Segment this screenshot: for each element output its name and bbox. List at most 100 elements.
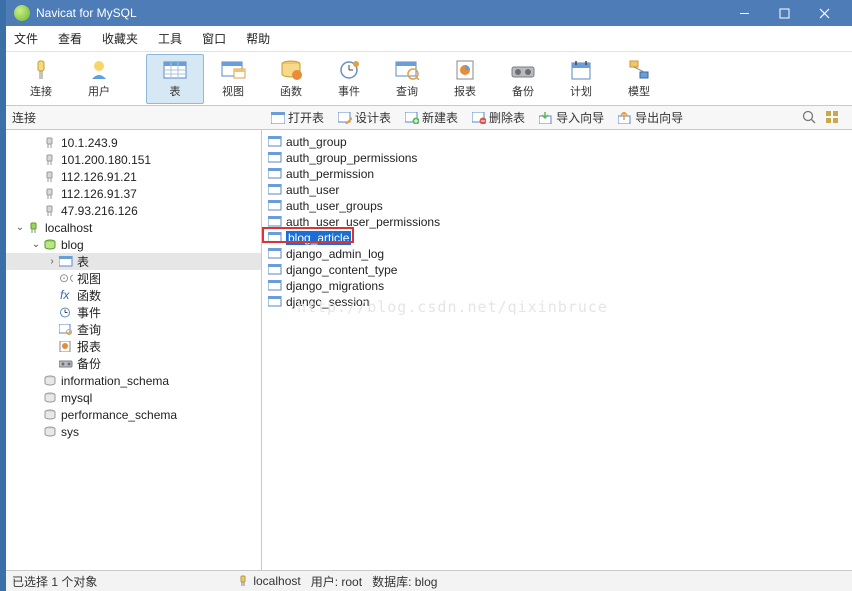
table-small-icon <box>268 216 282 228</box>
table-small-icon <box>268 280 282 292</box>
table-small-icon <box>268 152 282 164</box>
toolbar-query[interactable]: 查询 <box>378 54 436 104</box>
plug-small-icon <box>237 575 249 587</box>
menu-tools[interactable]: 工具 <box>158 30 182 47</box>
table-row[interactable]: auth_user <box>266 182 852 198</box>
tree-events[interactable]: 事件 <box>6 304 261 321</box>
window-title: Navicat for MySQL <box>36 6 724 20</box>
database-item[interactable]: performance_schema <box>6 406 261 423</box>
grid-view-icon[interactable] <box>825 110 840 125</box>
connection-item[interactable]: 47.93.216.126 <box>6 202 261 219</box>
table-small-icon <box>271 111 285 125</box>
svg-text:⊙⊙: ⊙⊙ <box>59 273 73 284</box>
menu-favorites[interactable]: 收藏夹 <box>102 30 138 47</box>
table-row[interactable]: django_admin_log <box>266 246 852 262</box>
query-icon <box>394 59 420 81</box>
table-small-icon <box>268 200 282 212</box>
toolbar-plan[interactable]: 计划 <box>552 54 610 104</box>
search-icon[interactable] <box>802 110 817 125</box>
status-user: 用户: root <box>311 573 362 590</box>
table-row[interactable]: auth_group_permissions <box>266 150 852 166</box>
toolbar-function[interactable]: 函数 <box>262 54 320 104</box>
connection-item[interactable]: 112.126.91.37 <box>6 185 261 202</box>
import-icon <box>539 111 553 125</box>
connection-tree[interactable]: 10.1.243.9101.200.180.151112.126.91.2111… <box>6 130 262 570</box>
open-table-button[interactable]: 打开表 <box>266 107 329 128</box>
delete-icon <box>472 111 486 125</box>
svg-text:fx: fx <box>60 290 70 301</box>
close-button[interactable] <box>804 0 844 26</box>
view-icon <box>220 59 246 81</box>
new-icon <box>405 111 419 125</box>
function-icon <box>278 59 304 81</box>
connection-localhost[interactable]: ⌄localhost <box>6 219 261 236</box>
menu-file[interactable]: 文件 <box>14 30 38 47</box>
user-icon <box>86 59 112 81</box>
report-icon <box>452 59 478 81</box>
export-icon <box>618 111 632 125</box>
export-wizard-button[interactable]: 导出向导 <box>613 107 688 128</box>
tree-functions[interactable]: fx函数 <box>6 287 261 304</box>
menu-view[interactable]: 查看 <box>58 30 82 47</box>
table-icon <box>162 59 188 81</box>
table-row[interactable]: django_content_type <box>266 262 852 278</box>
toolbar-backup[interactable]: 备份 <box>494 54 552 104</box>
table-row[interactable]: auth_user_user_permissions <box>266 214 852 230</box>
toolbar-table[interactable]: 表 <box>146 54 204 104</box>
table-small-icon <box>268 168 282 180</box>
table-row[interactable]: auth_user_groups <box>266 198 852 214</box>
status-selection: 已选择 1 个对象 <box>12 573 97 590</box>
toolbar-connect[interactable]: 连接 <box>12 54 70 104</box>
table-row[interactable]: auth_group <box>266 134 852 150</box>
tree-tables[interactable]: ›表 <box>6 253 261 270</box>
design-icon <box>338 111 352 125</box>
tree-queries[interactable]: 查询 <box>6 321 261 338</box>
backup-icon <box>510 59 536 81</box>
table-row[interactable]: blog_article <box>266 230 852 246</box>
toolbar-user[interactable]: 用户 <box>70 54 128 104</box>
toolbar-event[interactable]: 事件 <box>320 54 378 104</box>
tree-views[interactable]: ⊙⊙视图 <box>6 270 261 287</box>
minimize-button[interactable] <box>724 0 764 26</box>
database-item[interactable]: mysql <box>6 389 261 406</box>
toolbar-model[interactable]: 模型 <box>610 54 668 104</box>
menu-help[interactable]: 帮助 <box>246 30 270 47</box>
toolbar-view[interactable]: 视图 <box>204 54 262 104</box>
table-small-icon <box>268 264 282 276</box>
app-logo-icon <box>14 5 30 21</box>
status-host: localhost <box>253 574 300 588</box>
toolbar-report[interactable]: 报表 <box>436 54 494 104</box>
design-table-button[interactable]: 设计表 <box>333 107 396 128</box>
plan-icon <box>568 59 594 81</box>
menu-window[interactable]: 窗口 <box>202 30 226 47</box>
database-blog[interactable]: ⌄blog <box>6 236 261 253</box>
titlebar: Navicat for MySQL <box>6 0 852 26</box>
table-small-icon <box>268 248 282 260</box>
model-icon <box>626 59 652 81</box>
delete-table-button[interactable]: 删除表 <box>467 107 530 128</box>
connection-item[interactable]: 10.1.243.9 <box>6 134 261 151</box>
sub-toolbar: 连接 打开表 设计表 新建表 删除表 导入向导 导出向导 <box>6 106 852 130</box>
maximize-button[interactable] <box>764 0 804 26</box>
table-small-icon <box>268 136 282 148</box>
menubar: 文件 查看 收藏夹 工具 窗口 帮助 <box>6 26 852 52</box>
tree-backups[interactable]: 备份 <box>6 355 261 372</box>
tree-reports[interactable]: 报表 <box>6 338 261 355</box>
event-icon <box>336 59 362 81</box>
table-list[interactable]: auth_groupauth_group_permissionsauth_per… <box>262 130 852 570</box>
plug-icon <box>28 59 54 81</box>
main-toolbar: 连接 用户 表 视图 函数 事件 查询 报表 <box>6 52 852 106</box>
table-row[interactable]: django_migrations <box>266 278 852 294</box>
table-small-icon <box>268 296 282 308</box>
database-item[interactable]: sys <box>6 423 261 440</box>
connection-item[interactable]: 112.126.91.21 <box>6 168 261 185</box>
connection-item[interactable]: 101.200.180.151 <box>6 151 261 168</box>
table-row[interactable]: django_session <box>266 294 852 310</box>
new-table-button[interactable]: 新建表 <box>400 107 463 128</box>
database-item[interactable]: information_schema <box>6 372 261 389</box>
import-wizard-button[interactable]: 导入向导 <box>534 107 609 128</box>
table-row[interactable]: auth_permission <box>266 166 852 182</box>
table-small-icon <box>268 184 282 196</box>
status-database: 数据库: blog <box>372 573 437 590</box>
statusbar: 已选择 1 个对象 localhost 用户: root 数据库: blog <box>6 570 852 591</box>
